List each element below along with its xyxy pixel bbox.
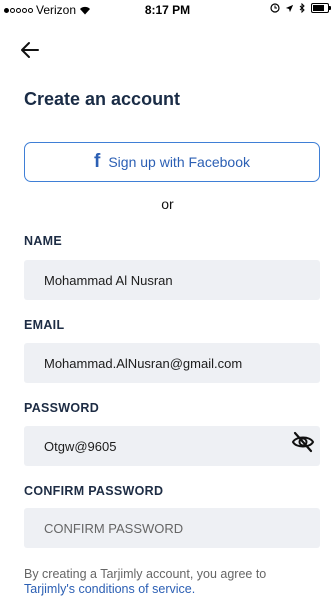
confirm-password-label: CONFIRM PASSWORD <box>24 484 164 498</box>
status-bar: Verizon 8:17 PM <box>0 0 335 20</box>
status-right <box>270 3 331 13</box>
terms-text: By creating a Tarjimly account, you agre… <box>24 567 324 597</box>
password-input[interactable] <box>24 426 320 466</box>
conditions-of-service-link[interactable]: Tarjimly's conditions of service. <box>24 582 195 596</box>
battery-icon <box>311 3 331 13</box>
alarm-icon <box>270 3 280 13</box>
facebook-icon: f <box>94 151 101 172</box>
terms-prefix: By creating a Tarjimly account, you agre… <box>24 567 267 581</box>
eye-slash-icon[interactable] <box>291 430 315 454</box>
bluetooth-icon <box>299 3 305 13</box>
facebook-signup-label: Sign up with Facebook <box>108 154 250 170</box>
facebook-signup-button[interactable]: f Sign up with Facebook <box>24 142 320 182</box>
email-label: EMAIL <box>24 318 65 332</box>
back-arrow-icon[interactable] <box>18 38 42 62</box>
page-title: Create an account <box>24 89 181 109</box>
password-label: PASSWORD <box>24 401 100 415</box>
name-input[interactable] <box>24 260 320 300</box>
confirm-password-input[interactable] <box>24 508 320 548</box>
name-label: NAME <box>24 234 63 248</box>
location-arrow-icon <box>285 4 294 12</box>
email-input[interactable] <box>24 343 320 383</box>
or-divider: or <box>161 196 174 212</box>
